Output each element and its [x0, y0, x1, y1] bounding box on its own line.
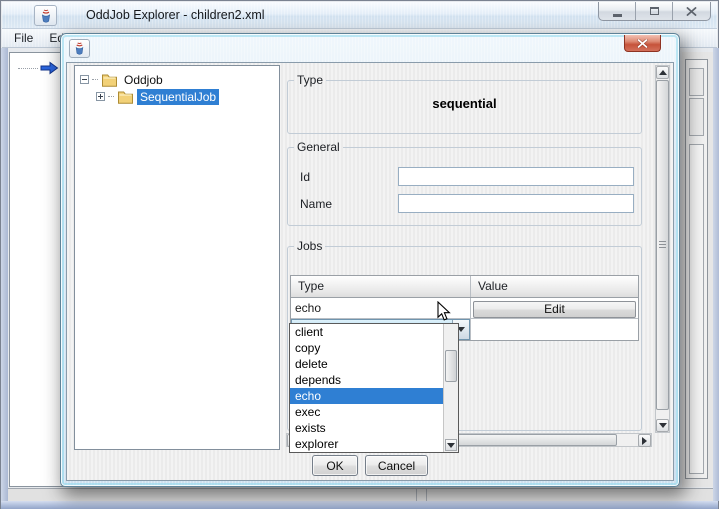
- type-dropdown-popup: client copy delete depends echo exec exi…: [289, 323, 459, 453]
- scroll-up-button[interactable]: [656, 66, 669, 79]
- dialog-content: Oddjob SequentialJob Type sequential: [66, 62, 674, 481]
- folder-icon: [101, 73, 118, 87]
- jobs-table-header: Type Value: [291, 276, 638, 298]
- column-header-value[interactable]: Value: [471, 276, 638, 297]
- dropdown-item-delete[interactable]: delete: [290, 356, 458, 372]
- blue-arrow-icon: [40, 61, 59, 75]
- screen: OddJob Explorer - children2.xml File Edi…: [0, 0, 719, 509]
- scroll-down-button[interactable]: [656, 419, 669, 432]
- row1-value-cell: Edit: [471, 298, 638, 318]
- id-field[interactable]: [398, 167, 634, 186]
- app-icon[interactable]: [34, 5, 57, 26]
- jobs-group-label: Jobs: [294, 239, 325, 253]
- window-frame-right: [713, 48, 719, 501]
- type-value: sequential: [288, 96, 641, 111]
- close-button-main[interactable]: [673, 2, 710, 20]
- edit-button[interactable]: Edit: [473, 301, 636, 318]
- tree-label-oddjob[interactable]: Oddjob: [121, 72, 166, 88]
- java-cup-icon: [73, 42, 86, 55]
- arrow-down-icon: [447, 443, 455, 448]
- dialog-icon: [69, 39, 90, 58]
- scroll-right-button[interactable]: [638, 434, 651, 447]
- vertical-scroll-thumb[interactable]: [656, 80, 669, 410]
- dropdown-scroll-down-button[interactable]: [445, 439, 457, 451]
- dropdown-item-exec[interactable]: exec: [290, 404, 458, 420]
- status-strip: [3, 488, 715, 501]
- main-titlebar[interactable]: OddJob Explorer - children2.xml: [2, 2, 717, 29]
- id-row: Id: [288, 167, 641, 187]
- window-frame-left: [1, 48, 8, 501]
- thumb-grip: [659, 241, 666, 249]
- id-label: Id: [300, 170, 310, 184]
- tree-item-oddjob[interactable]: Oddjob: [80, 71, 166, 88]
- cancel-button[interactable]: Cancel: [365, 455, 428, 476]
- tree-connector: [92, 79, 98, 80]
- dropdown-item-explorer[interactable]: explorer: [290, 436, 458, 452]
- tree-item-sequentialjob[interactable]: SequentialJob: [96, 88, 219, 105]
- dropdown-item-client[interactable]: client: [290, 324, 458, 340]
- name-label: Name: [300, 197, 332, 211]
- right-panel-column: [685, 59, 708, 479]
- window-frame-bottom: [1, 501, 718, 509]
- minimize-button[interactable]: [599, 2, 636, 20]
- dropdown-scroll-thumb[interactable]: [445, 350, 457, 382]
- menu-file[interactable]: File: [14, 31, 33, 45]
- window-controls: [598, 2, 711, 21]
- name-field[interactable]: [398, 194, 634, 213]
- job-designer-dialog: Oddjob SequentialJob Type sequential: [60, 33, 680, 487]
- tree-connector: [18, 68, 38, 69]
- dropdown-item-exists[interactable]: exists: [290, 420, 458, 436]
- column-header-type[interactable]: Type: [291, 276, 471, 297]
- collapse-icon[interactable]: [80, 75, 89, 84]
- name-row: Name: [288, 194, 641, 214]
- close-icon: [686, 7, 697, 16]
- dropdown-scrollbar[interactable]: [443, 324, 458, 452]
- maximize-button[interactable]: [636, 2, 673, 20]
- ok-button[interactable]: OK: [312, 455, 358, 476]
- window-title: OddJob Explorer - children2.xml: [86, 2, 265, 29]
- table-row[interactable]: echo Edit: [291, 298, 638, 319]
- arrow-down-icon: [659, 423, 667, 428]
- java-cup-icon: [39, 9, 53, 23]
- expand-icon[interactable]: [96, 92, 105, 101]
- right-panel-box: [689, 144, 704, 474]
- dropdown-item-echo[interactable]: echo: [290, 388, 458, 404]
- arrow-up-icon: [659, 70, 667, 75]
- close-icon: [637, 39, 648, 48]
- maximize-icon: [650, 7, 659, 15]
- type-group: Type sequential: [287, 73, 642, 134]
- row2-value-cell[interactable]: [471, 319, 638, 340]
- right-panel-strip: [682, 52, 713, 487]
- minimize-icon: [613, 14, 622, 17]
- tree-label-sequentialjob[interactable]: SequentialJob: [137, 89, 219, 105]
- tree-connector: [108, 96, 114, 97]
- dialog-close-button[interactable]: [624, 35, 661, 52]
- form-vertical-scrollbar[interactable]: [655, 65, 670, 433]
- dropdown-item-copy[interactable]: copy: [290, 340, 458, 356]
- right-panel-box: [689, 68, 704, 96]
- mouse-cursor: [437, 301, 452, 326]
- dropdown-item-depends[interactable]: depends: [290, 372, 458, 388]
- right-panel-box: [689, 98, 704, 136]
- general-group-label: General: [294, 140, 343, 154]
- arrow-right-icon: [642, 437, 647, 445]
- folder-icon: [117, 90, 134, 104]
- general-group: General Id Name: [287, 140, 642, 226]
- job-tree-panel[interactable]: Oddjob SequentialJob: [74, 65, 280, 450]
- type-group-label: Type: [294, 73, 326, 87]
